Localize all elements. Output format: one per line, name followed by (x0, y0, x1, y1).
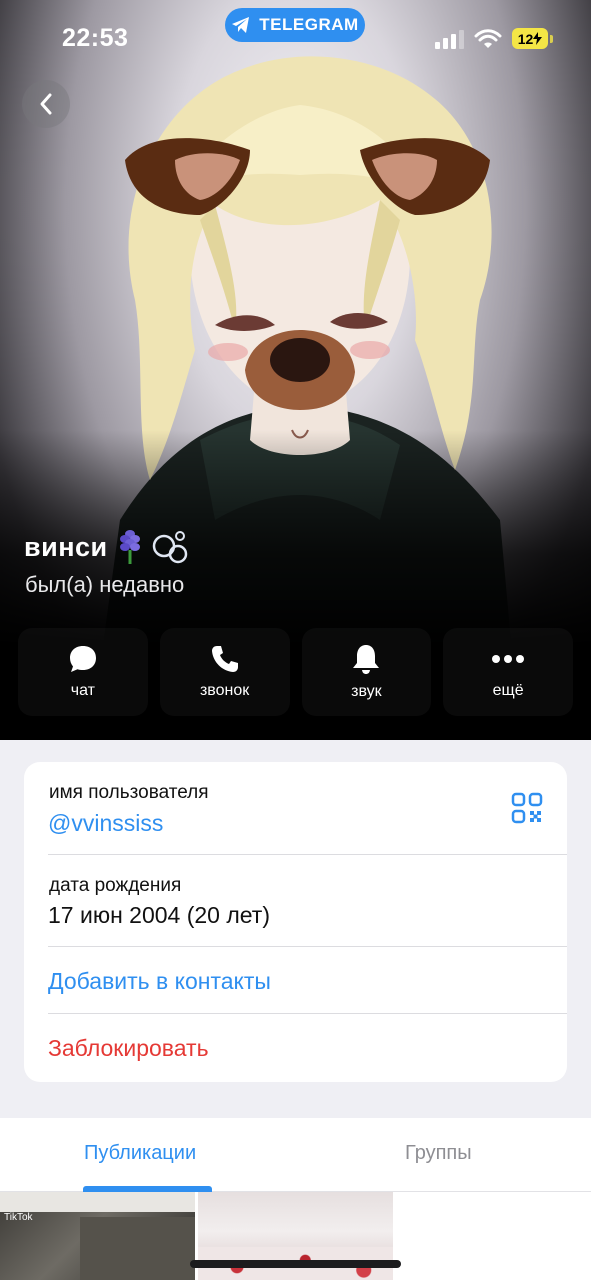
signal-icon (435, 29, 464, 49)
thumbnail-shape (80, 1217, 195, 1280)
add-contact-button[interactable]: Добавить в контакты (48, 968, 271, 995)
battery-nub (550, 34, 553, 43)
info-card: имя пользователя @vvinssiss дата рождени… (24, 762, 567, 1082)
back-button[interactable] (22, 80, 70, 128)
hyacinth-emoji-icon (119, 530, 140, 564)
chat-label: чат (70, 682, 95, 699)
publication-thumbnail[interactable]: TikTok (0, 1192, 195, 1280)
thumbnail-top-strip (0, 1192, 195, 1212)
telegram-plane-icon (232, 17, 250, 33)
charging-bolt-icon (533, 32, 543, 45)
action-buttons: чат звонок звук ещё (18, 628, 573, 716)
tiktok-watermark: TikTok (4, 1212, 33, 1223)
profile-status: был(а) недавно (25, 572, 185, 597)
bell-icon (353, 645, 380, 674)
clock: 22:53 (62, 24, 129, 52)
home-indicator (190, 1260, 401, 1268)
qr-code-icon[interactable] (511, 792, 543, 824)
chevron-left-icon (40, 93, 52, 115)
battery-indicator: 12 (512, 28, 553, 49)
phone-icon (211, 646, 238, 672)
status-bar: 22:53 TELEGRAM 12 (0, 0, 591, 80)
birthday-value: 17 июн 2004 (20 лет) (48, 902, 270, 928)
status-icons: 12 (434, 28, 553, 49)
sound-button[interactable]: звук (301, 628, 432, 716)
profile-name-row: винси 🪻🫧 (24, 530, 188, 564)
block-row[interactable]: Заблокировать (24, 1014, 567, 1082)
call-label: звонок (199, 682, 250, 699)
tab-publications[interactable]: Публикации (84, 1142, 196, 1165)
wifi-icon (474, 28, 502, 48)
username-value[interactable]: @vvinssiss (48, 810, 163, 837)
birthday-title: дата рождения (49, 875, 182, 896)
chat-button[interactable]: чат (18, 628, 148, 716)
block-button[interactable]: Заблокировать (48, 1035, 209, 1062)
battery-level: 12 (512, 28, 548, 49)
chat-bubble-icon (69, 646, 96, 672)
bubbles-emoji-icon (152, 531, 187, 564)
username-row[interactable]: имя пользователя @vvinssiss (24, 762, 567, 855)
add-contact-row[interactable]: Добавить в контакты (24, 947, 567, 1014)
more-button[interactable]: ещё (443, 628, 573, 716)
profile-screen: 22:53 TELEGRAM 12 винси был(а) недавно ч… (0, 0, 591, 1280)
more-dots-icon (492, 655, 525, 663)
birthday-row: дата рождения 17 июн 2004 (20 лет) (24, 855, 567, 947)
call-button[interactable]: звонок (159, 628, 290, 716)
telegram-pill[interactable]: TELEGRAM (225, 8, 365, 42)
media-tabs: Публикации Группы (0, 1118, 591, 1192)
profile-name: винси (24, 531, 108, 562)
more-label: ещё (492, 682, 524, 699)
profile-header: 22:53 TELEGRAM 12 винси был(а) недавно ч… (0, 0, 591, 740)
sound-label: звук (351, 683, 382, 700)
username-title: имя пользователя (49, 782, 209, 803)
telegram-label: TELEGRAM (259, 15, 359, 34)
tab-groups[interactable]: Группы (405, 1142, 472, 1165)
